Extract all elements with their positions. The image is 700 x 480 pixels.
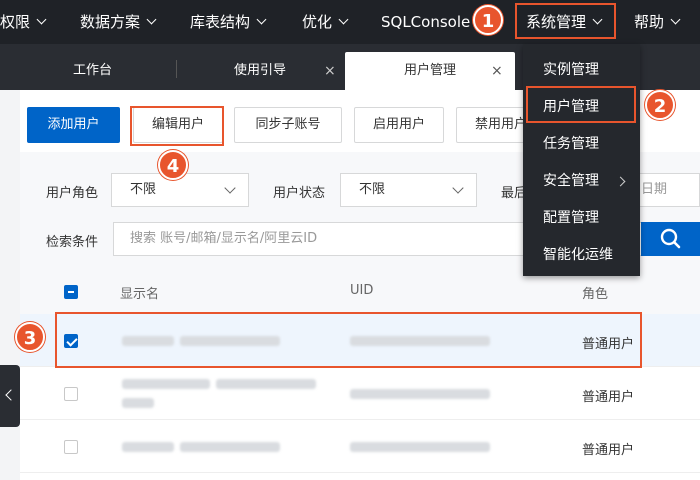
nav-sqlconsole-label: SQLConsole [381,13,471,31]
role-select-value: 不限 [130,182,157,197]
column-header-role: 角色 [582,287,609,302]
role-filter-label: 用户角色 [46,186,99,201]
chevron-down-icon [338,14,349,25]
status-select[interactable]: 不限 [340,173,477,207]
search-input-placeholder: 搜索 账号/邮箱/显示名/阿里云ID [130,231,318,246]
nav-data-plan[interactable]: 数据方案 [80,0,157,44]
column-header-uid: UID [350,283,374,298]
enable-user-button[interactable]: 启用用户 [354,107,444,143]
menu-item-config-management[interactable]: 配置管理 [523,200,640,237]
nav-help[interactable]: 帮助 [634,0,681,44]
annotation-badge: 4 [158,150,188,180]
tab-user-management-label: 用户管理 [403,63,456,78]
display-name-redacted [122,379,210,389]
close-icon[interactable]: × [491,52,503,90]
chevron-down-icon [256,14,267,25]
nav-optimize[interactable]: 优化 [302,0,349,44]
nav-schema-label: 库表结构 [190,13,251,31]
annotation-highlight-edit-user [130,106,224,146]
chevron-down-icon [452,182,464,194]
menu-item-intelligent-ops[interactable]: 智能化运维 [523,237,640,274]
nav-help-label: 帮助 [634,13,665,31]
row-checkbox[interactable] [64,387,78,401]
close-icon[interactable]: × [324,52,336,90]
display-name-redacted [180,442,280,452]
uid-redacted [350,442,490,452]
table-row[interactable]: 普通用户 [20,367,700,420]
search-icon [660,228,681,249]
menu-item-label: 任务管理 [543,136,599,152]
display-name-redacted [122,398,154,408]
nav-schema[interactable]: 库表结构 [190,0,267,44]
nav-optimize-label: 优化 [302,13,333,31]
system-management-menu: 实例管理 用户管理 任务管理 安全管理 配置管理 智能化运维 [523,44,640,276]
table-row[interactable]: 普通用户 [20,420,700,473]
tab-guide[interactable]: 使用引导 × [180,52,340,90]
nav-permissions-label: 权限 [0,13,31,31]
add-user-button[interactable]: 添加用户 [27,107,120,143]
menu-item-label: 实例管理 [543,62,599,78]
menu-item-task-management[interactable]: 任务管理 [523,126,640,163]
menu-item-instance-management[interactable]: 实例管理 [523,52,640,89]
display-name-redacted [216,379,316,389]
annotation-highlight-user-management [526,86,636,123]
annotation-badge: 1 [473,5,503,35]
nav-sqlconsole[interactable]: SQLConsole [381,0,470,44]
search-button[interactable] [641,222,700,256]
annotation-badge: 3 [15,322,45,352]
tab-user-management[interactable]: 用户管理 × [345,52,515,90]
nav-permissions[interactable]: 权限 [0,0,47,44]
row-role: 普通用户 [582,390,635,405]
tab-divider [176,60,177,78]
uid-redacted [350,389,490,399]
menu-item-label: 安全管理 [543,173,599,189]
search-condition-label: 检索条件 [46,235,99,250]
chevron-right-icon [615,176,626,187]
menu-item-security-management[interactable]: 安全管理 [523,163,640,200]
tab-workbench[interactable]: 工作台 [40,52,145,90]
row-role: 普通用户 [582,443,635,458]
menu-item-label: 配置管理 [543,210,599,226]
column-header-display-name: 显示名 [120,287,160,302]
menu-item-label: 智能化运维 [543,247,613,263]
date-picker-placeholder: 日期 [641,182,668,197]
chevron-down-icon [224,182,236,194]
sidebar-collapse-toggle[interactable] [0,365,20,427]
tab-guide-label: 使用引导 [233,63,286,78]
annotation-badge: 2 [645,90,675,120]
tab-workbench-label: 工作台 [72,63,112,78]
annotation-highlight-system-management [515,3,616,39]
status-select-value: 不限 [359,182,386,197]
chevron-down-icon [36,14,47,25]
row-checkbox[interactable] [64,440,78,454]
annotation-highlight-row [55,312,642,368]
table-header: 显示名 UID 角色 [20,270,700,314]
nav-data-plan-label: 数据方案 [80,13,141,31]
display-name-redacted [122,442,174,452]
chevron-down-icon [670,14,681,25]
chevron-down-icon [146,14,157,25]
status-filter-label: 用户状态 [273,186,326,201]
sync-sub-account-button[interactable]: 同步子账号 [234,107,342,143]
select-all-checkbox[interactable] [64,285,78,299]
